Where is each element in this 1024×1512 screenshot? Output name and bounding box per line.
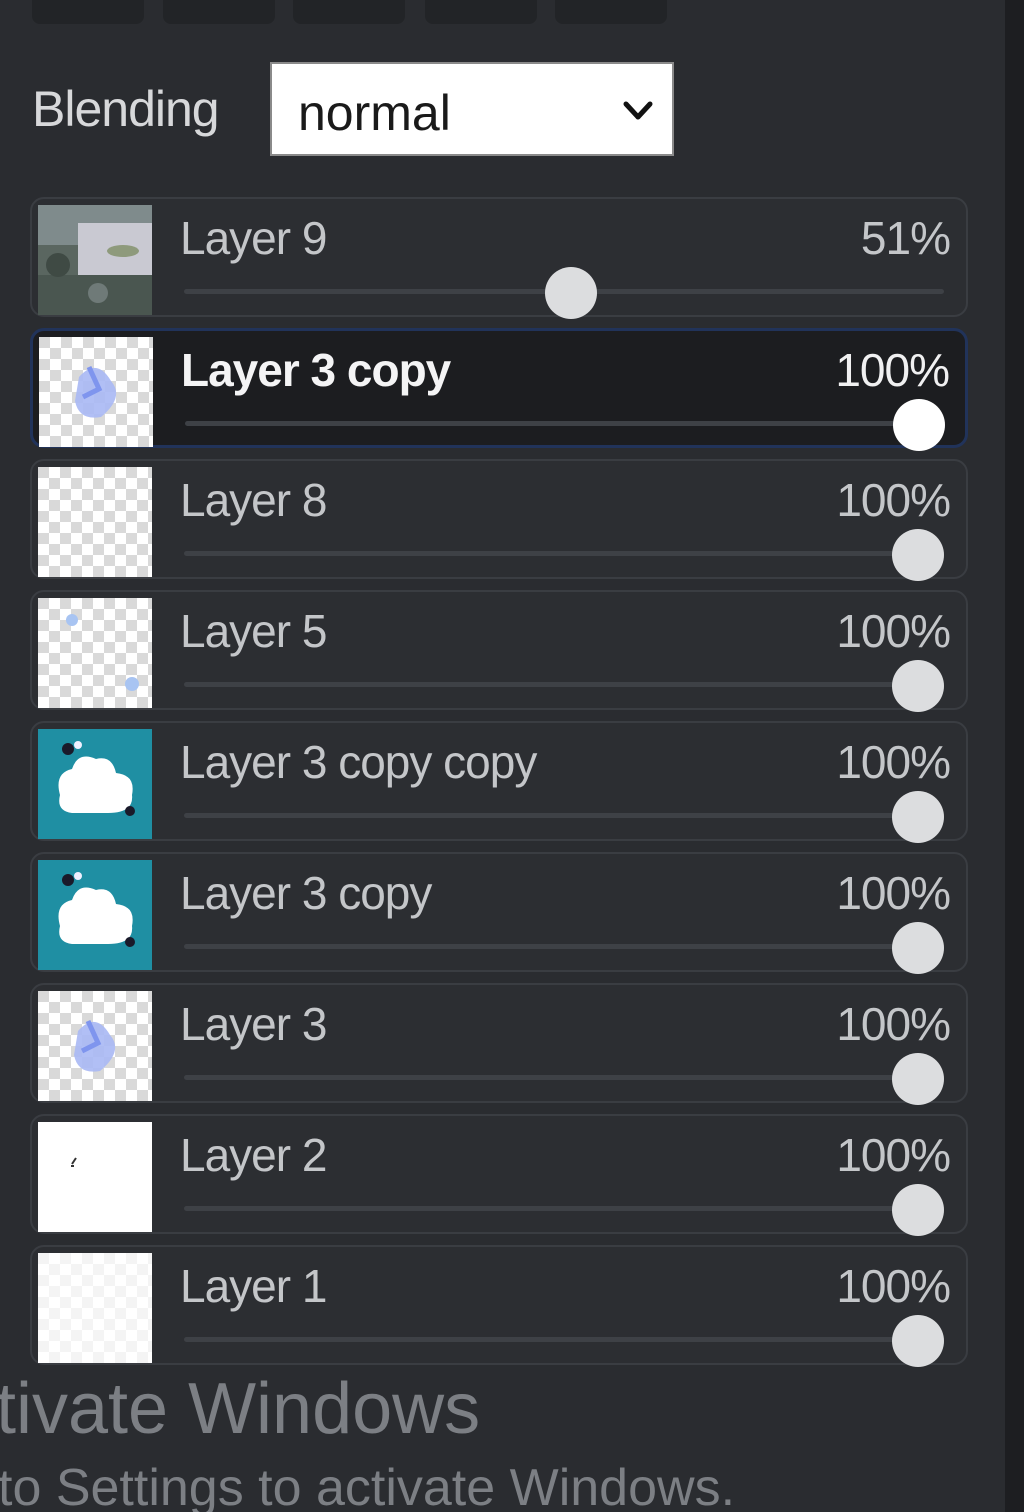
layer-name: Layer 3 copy copy	[180, 736, 537, 788]
layer-thumbnail	[38, 205, 152, 315]
layer-opacity-value: 100%	[836, 1129, 951, 1181]
layer-name: Layer 3 copy	[181, 344, 451, 396]
layer-thumbnail	[39, 337, 153, 447]
opacity-slider-thumb[interactable]	[892, 922, 944, 974]
blend-mode-value: normal	[298, 85, 451, 141]
opacity-slider-track[interactable]	[184, 551, 944, 556]
blending-label: Blending	[32, 81, 220, 137]
opacity-slider-thumb[interactable]	[892, 1315, 944, 1367]
layer-name: Layer 2	[180, 1129, 327, 1181]
layers-panel: Blending normal Layer 9 51% Layer 3 copy 10…	[0, 0, 1005, 1512]
layer-opacity-value: 100%	[836, 474, 951, 526]
opacity-slider-thumb[interactable]	[892, 529, 944, 581]
toolbar-button[interactable]	[32, 0, 144, 24]
layer-opacity-value: 51%	[860, 212, 951, 264]
toolbar-button[interactable]	[555, 0, 667, 24]
opacity-slider-track[interactable]	[184, 813, 944, 818]
opacity-slider-track[interactable]	[185, 421, 943, 426]
opacity-slider-thumb[interactable]	[892, 1184, 944, 1236]
layer-row[interactable]: Layer 3 100%	[30, 983, 968, 1105]
layer-name: Layer 9	[180, 212, 327, 264]
layer-row[interactable]: Layer 3 copy copy 100%	[30, 721, 968, 843]
toolbar-button[interactable]	[293, 0, 405, 24]
layer-opacity-value: 100%	[836, 1260, 951, 1312]
layer-thumbnail	[38, 991, 152, 1101]
layer-opacity-value: 100%	[836, 867, 951, 919]
layer-row[interactable]: Layer 1 100%	[30, 1245, 968, 1367]
opacity-slider-track[interactable]	[184, 682, 944, 687]
chevron-down-icon	[623, 101, 653, 120]
layers-list: Layer 9 51% Layer 3 copy 100% Layer 8 100% Lay…	[30, 197, 968, 1376]
layer-thumbnail	[38, 598, 152, 708]
layer-name: Layer 3 copy	[180, 867, 432, 919]
layer-name: Layer 1	[180, 1260, 327, 1312]
layer-name: Layer 8	[180, 474, 327, 526]
layer-row[interactable]: Layer 2 100%	[30, 1114, 968, 1236]
activation-watermark-subtitle: to Settings to activate Windows.	[0, 1459, 736, 1512]
layer-thumbnail	[38, 1122, 152, 1232]
layer-name: Layer 5	[180, 605, 327, 657]
layer-name: Layer 3	[180, 998, 327, 1050]
layer-row[interactable]: Layer 3 copy 100%	[30, 852, 968, 974]
layer-thumbnail	[38, 860, 152, 970]
opacity-slider-thumb[interactable]	[545, 267, 598, 319]
layer-thumbnail	[38, 467, 152, 577]
toolbar-button[interactable]	[425, 0, 537, 24]
layer-opacity-value: 100%	[836, 998, 951, 1050]
opacity-slider-thumb[interactable]	[892, 791, 944, 843]
opacity-slider-track[interactable]	[184, 1206, 944, 1211]
layer-opacity-value: 100%	[836, 736, 951, 788]
opacity-slider-thumb[interactable]	[892, 1053, 944, 1105]
layer-thumbnail	[38, 1253, 152, 1363]
layer-thumbnail	[38, 729, 152, 839]
blend-mode-select[interactable]: normal	[270, 62, 674, 156]
layer-opacity-value: 100%	[835, 344, 950, 396]
activation-watermark-title: tivate Windows	[0, 1369, 481, 1449]
layer-row[interactable]: Layer 9 51%	[30, 197, 968, 319]
layer-row[interactable]: Layer 3 copy 100%	[30, 328, 968, 451]
toolbar-button[interactable]	[163, 0, 275, 24]
layer-row[interactable]: Layer 8 100%	[30, 459, 968, 581]
opacity-slider-track[interactable]	[184, 1075, 944, 1080]
layer-opacity-value: 100%	[836, 605, 951, 657]
opacity-slider-thumb[interactable]	[893, 399, 945, 451]
panel-edge	[1005, 0, 1024, 1512]
layer-row[interactable]: Layer 5 100%	[30, 590, 968, 712]
opacity-slider-track[interactable]	[184, 944, 944, 949]
opacity-slider-track[interactable]	[184, 1337, 944, 1342]
opacity-slider-thumb[interactable]	[892, 660, 944, 712]
